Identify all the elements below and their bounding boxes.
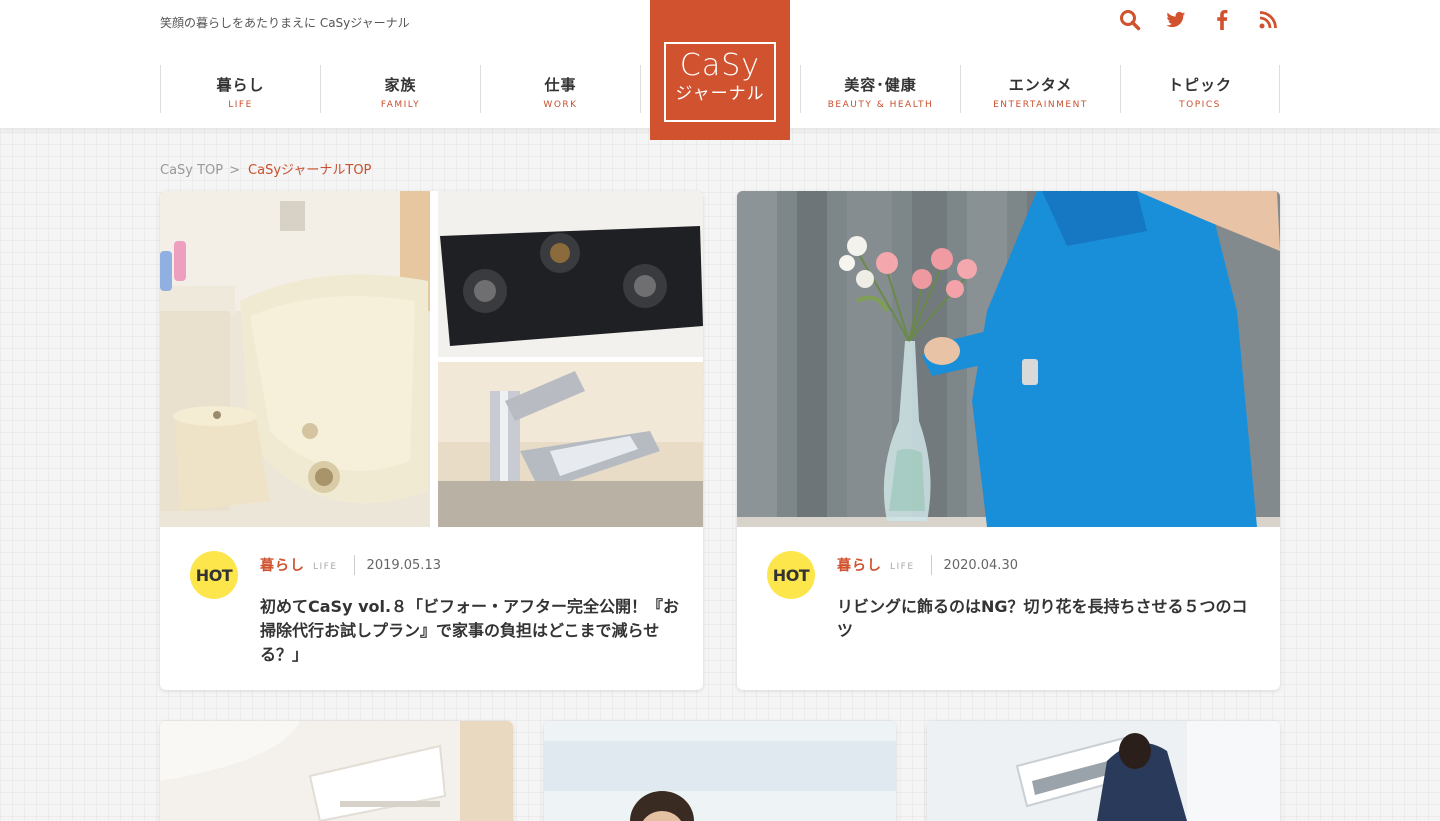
nav-divider xyxy=(640,65,650,113)
nav-label: 家族 xyxy=(384,76,417,94)
article-meta: 暮らし LIFE 2019.05.13 xyxy=(260,555,441,575)
hot-badge: HOT xyxy=(190,551,238,599)
article-thumbnail xyxy=(160,191,703,527)
category-sublabel: LIFE xyxy=(313,562,338,572)
nav-item-topics[interactable]: トピック TOPICS xyxy=(1120,65,1280,113)
article-title[interactable]: 初めてCaSy vol.８「ビフォー・アフター完全公開！『お掃除代行お試しプラン… xyxy=(260,595,680,667)
article-date: 2019.05.13 xyxy=(366,557,441,573)
article-meta: 暮らし LIFE 2020.04.30 xyxy=(837,555,1018,575)
nav-label: 仕事 xyxy=(544,76,577,94)
article-card[interactable] xyxy=(160,721,513,821)
social-links xyxy=(1118,8,1280,32)
article-thumbnail xyxy=(927,721,1280,821)
nav-label: トピック xyxy=(1167,76,1232,94)
hot-badge: HOT xyxy=(767,551,815,599)
article-card[interactable]: HOT 暮らし LIFE 2019.05.13 初めてCaSy vol.８「ビフ… xyxy=(160,191,703,690)
logo-frame: CaSy ジャーナル xyxy=(664,42,776,122)
breadcrumb-home[interactable]: CaSy TOP xyxy=(160,163,223,178)
nav-label: 暮らし xyxy=(216,76,265,94)
site-tagline: 笑顔の暮らしをあたりまえに CaSyジャーナル xyxy=(160,16,410,30)
nav-sublabel: ENTERTAINMENT xyxy=(993,100,1088,110)
logo-subtitle: ジャーナル xyxy=(675,84,765,104)
nav-item-beauty-health[interactable]: 美容･健康 BEAUTY & HEALTH xyxy=(800,65,960,113)
nav-sublabel: BEAUTY & HEALTH xyxy=(827,100,934,110)
breadcrumb-separator: > xyxy=(229,163,241,178)
meta-divider xyxy=(353,555,355,575)
category-sublabel: LIFE xyxy=(890,562,915,572)
article-thumbnail xyxy=(544,721,896,821)
nav-sublabel: FAMILY xyxy=(380,100,421,110)
search-icon[interactable] xyxy=(1118,8,1142,32)
nav-sublabel: TOPICS xyxy=(1179,100,1221,110)
category-label[interactable]: 暮らし xyxy=(837,555,882,575)
nav-item-family[interactable]: 家族 FAMILY xyxy=(320,65,480,113)
nav-item-work[interactable]: 仕事 WORK xyxy=(480,65,640,113)
breadcrumb-current[interactable]: CaSyジャーナルTOP xyxy=(248,163,371,178)
nav-sublabel: WORK xyxy=(543,100,578,110)
nav-sublabel: LIFE xyxy=(228,100,253,110)
article-card[interactable] xyxy=(544,721,896,821)
meta-divider xyxy=(930,555,932,575)
site-logo[interactable]: CaSy ジャーナル xyxy=(650,0,790,140)
rss-icon[interactable] xyxy=(1256,8,1280,32)
logo-wordmark: CaSy xyxy=(679,48,761,83)
nav-item-entertainment[interactable]: エンタメ ENTERTAINMENT xyxy=(960,65,1120,113)
nav-item-life[interactable]: 暮らし LIFE xyxy=(160,65,320,113)
article-card[interactable]: HOT 暮らし LIFE 2020.04.30 リビングに飾るのはNG？切り花を… xyxy=(737,191,1280,690)
category-label[interactable]: 暮らし xyxy=(260,555,305,575)
facebook-icon[interactable] xyxy=(1210,8,1234,32)
article-thumbnail xyxy=(737,191,1280,527)
nav-label: エンタメ xyxy=(1008,76,1073,94)
article-title[interactable]: リビングに飾るのはNG？切り花を長持ちさせる５つのコツ xyxy=(837,595,1257,643)
nav-label: 美容･健康 xyxy=(844,76,917,94)
article-date: 2020.04.30 xyxy=(943,557,1018,573)
article-card[interactable] xyxy=(927,721,1280,821)
breadcrumb: CaSy TOP > CaSyジャーナルTOP xyxy=(160,159,371,178)
article-thumbnail xyxy=(160,721,513,821)
twitter-icon[interactable] xyxy=(1164,8,1188,32)
